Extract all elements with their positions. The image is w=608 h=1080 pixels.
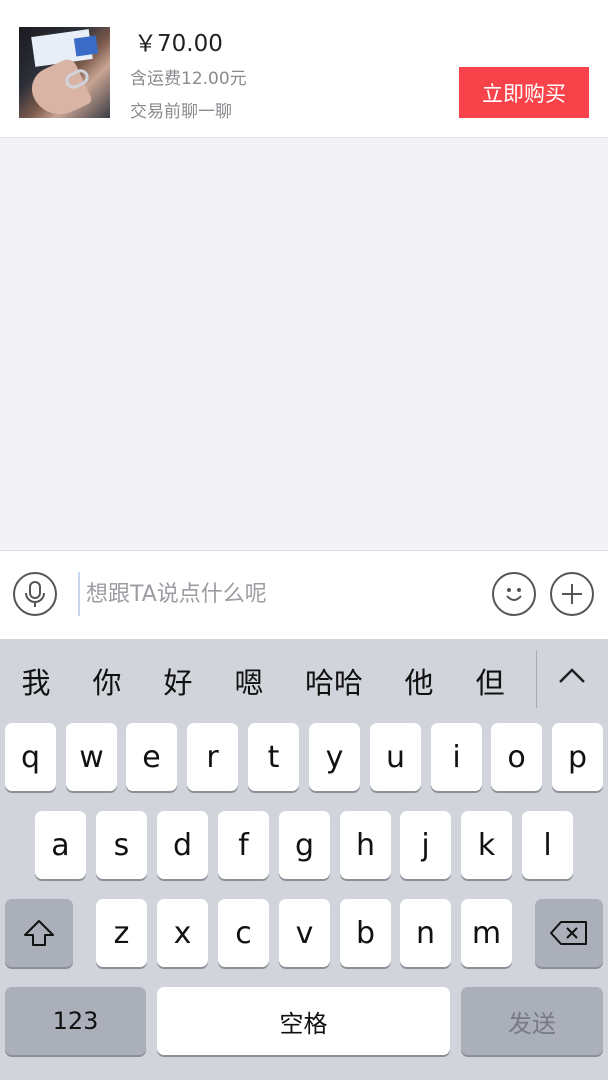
chat-message-area[interactable] <box>0 138 608 550</box>
chat-hint: 交易前聊一聊 <box>130 102 232 122</box>
key-v[interactable]: v <box>279 899 330 967</box>
numbers-key[interactable]: 123 <box>5 987 146 1055</box>
key-s[interactable]: s <box>96 811 147 879</box>
key-d[interactable]: d <box>157 811 208 879</box>
key-t[interactable]: t <box>248 723 299 791</box>
send-key[interactable]: 发送 <box>461 987 603 1055</box>
shipping-fee: 含运费12.00元 <box>130 69 247 89</box>
key-i[interactable]: i <box>431 723 482 791</box>
key-h[interactable]: h <box>340 811 391 879</box>
shift-arrow-icon <box>24 920 54 946</box>
key-u[interactable]: u <box>370 723 421 791</box>
key-l[interactable]: l <box>522 811 573 879</box>
buy-now-button[interactable]: 立即购买 <box>459 67 589 118</box>
candidate-word[interactable]: 哈哈 <box>301 660 367 702</box>
product-price: ￥70.00 <box>134 31 223 57</box>
voice-input-button[interactable] <box>13 572 57 616</box>
smiley-icon <box>506 588 522 601</box>
microphone-icon <box>25 581 45 607</box>
key-y[interactable]: y <box>309 723 360 791</box>
candidate-word[interactable]: 但 <box>472 660 508 702</box>
candidate-word[interactable]: 他 <box>401 660 437 702</box>
key-z[interactable]: z <box>96 899 147 967</box>
key-o[interactable]: o <box>491 723 542 791</box>
key-k[interactable]: k <box>461 811 512 879</box>
key-r[interactable]: r <box>187 723 238 791</box>
plus-icon <box>562 584 582 604</box>
more-options-button[interactable] <box>550 572 594 616</box>
key-p[interactable]: p <box>552 723 603 791</box>
key-m[interactable]: m <box>461 899 512 967</box>
key-f[interactable]: f <box>218 811 269 879</box>
key-w[interactable]: w <box>66 723 117 791</box>
space-key[interactable]: 空格 <box>157 987 450 1055</box>
backspace-icon <box>550 921 587 945</box>
candidate-word[interactable]: 我 <box>18 660 54 702</box>
key-j[interactable]: j <box>400 811 451 879</box>
key-q[interactable]: q <box>5 723 56 791</box>
chevron-up-icon <box>559 668 585 683</box>
key-x[interactable]: x <box>157 899 208 967</box>
shift-key[interactable] <box>5 899 73 967</box>
key-a[interactable]: a <box>35 811 86 879</box>
backspace-key[interactable] <box>535 899 603 967</box>
key-g[interactable]: g <box>279 811 330 879</box>
expand-candidates-button[interactable] <box>554 660 590 690</box>
key-c[interactable]: c <box>218 899 269 967</box>
key-n[interactable]: n <box>400 899 451 967</box>
emoji-button[interactable] <box>492 572 536 616</box>
candidate-word[interactable]: 嗯 <box>231 660 267 702</box>
product-thumbnail[interactable] <box>19 27 110 118</box>
product-header: ￥70.00 含运费12.00元 交易前聊一聊 立即购买 <box>0 0 608 138</box>
candidate-divider <box>536 650 537 708</box>
key-e[interactable]: e <box>126 723 177 791</box>
candidate-word[interactable]: 好 <box>160 660 196 702</box>
thumbnail-blue-shape <box>73 35 99 57</box>
key-b[interactable]: b <box>340 899 391 967</box>
message-input[interactable] <box>78 572 486 616</box>
candidate-word[interactable]: 你 <box>89 660 125 702</box>
